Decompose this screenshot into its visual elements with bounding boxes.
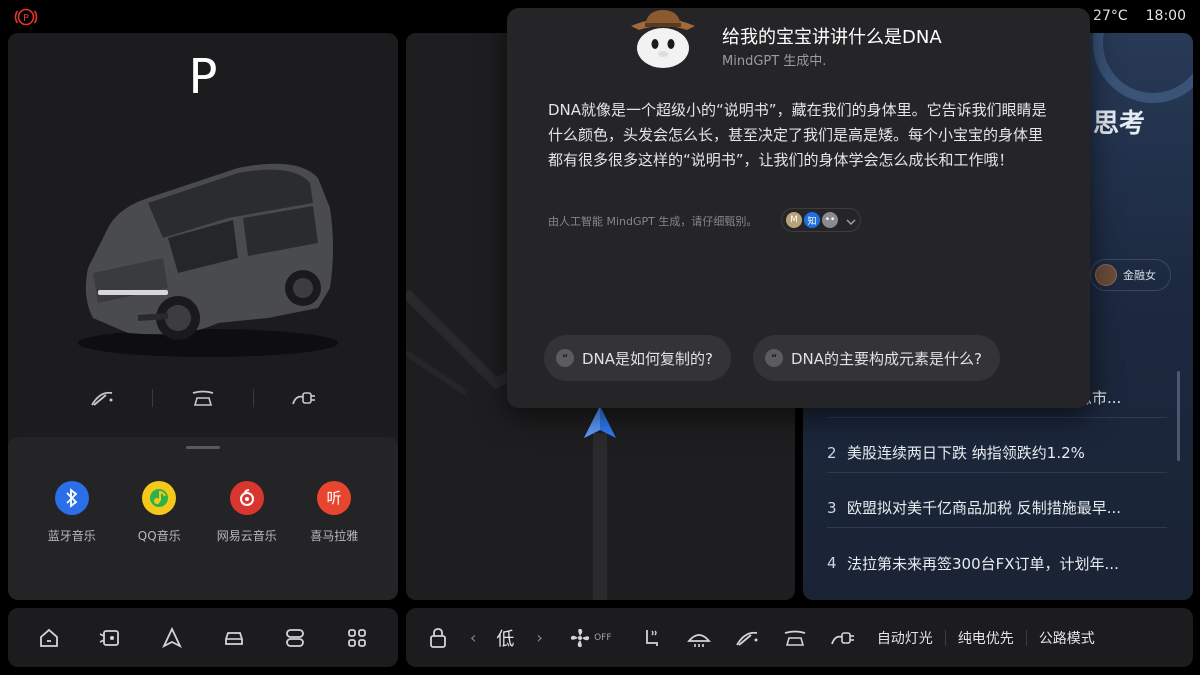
author-chip[interactable]: 金融女 xyxy=(1090,259,1171,291)
news-list-item[interactable]: 4 法拉第未来再签300台FX订单，计划年... xyxy=(827,543,1167,583)
charge-port-icon[interactable] xyxy=(829,624,857,652)
app-label: 喜马拉雅 xyxy=(310,529,359,543)
sources-dropdown[interactable]: M 知 •• xyxy=(781,208,861,232)
temperature-readout: 27°C xyxy=(1093,8,1128,24)
news-rank: 4 xyxy=(827,554,837,572)
app-label: 网易云音乐 xyxy=(216,529,277,543)
source-avatar: 知 xyxy=(804,212,820,228)
source-avatar: M xyxy=(786,212,802,228)
road-mode-button[interactable]: 公路模式 xyxy=(1039,628,1095,648)
news-list-item[interactable]: 2 美股连续两日下跌 纳指领跌约1.2% xyxy=(827,433,1167,473)
front-wash-icon[interactable] xyxy=(153,387,253,409)
drag-handle[interactable] xyxy=(186,446,220,449)
mindgpt-status: MindGPT 生成中. xyxy=(722,54,827,69)
source-avatar: •• xyxy=(822,212,838,228)
app-label: 蓝牙音乐 xyxy=(47,529,96,543)
media-icon[interactable] xyxy=(96,624,124,652)
quick-controls-bar: ‹ 低 › OFF 自动灯光 纯电优先 公路模式 xyxy=(406,608,1193,667)
home-icon[interactable] xyxy=(35,624,63,652)
fan-decrease-button[interactable]: ‹ xyxy=(470,628,476,647)
suggestion-chip[interactable]: “ DNA的主要构成元素是什么? xyxy=(753,335,1000,381)
qq-music-icon xyxy=(142,481,177,515)
front-wash-icon[interactable] xyxy=(781,624,809,652)
news-rank: 3 xyxy=(827,498,837,517)
car-image[interactable] xyxy=(68,148,348,368)
ximalaya-icon: 听 xyxy=(317,481,352,515)
media-sources-tray: 蓝牙音乐 QQ音乐 网易云音乐 听 喜马拉雅 xyxy=(8,437,398,600)
chevron-down-icon xyxy=(846,211,856,230)
charge-port-icon[interactable] xyxy=(254,387,354,409)
author-name: 金融女 xyxy=(1123,269,1156,282)
fan-icon xyxy=(570,628,590,647)
app-ximalaya[interactable]: 听 喜马拉雅 xyxy=(294,481,374,544)
ai-disclaimer: 由人工智能 MindGPT 生成，请仔细甄别。 xyxy=(548,215,758,228)
status-bar: 27°C 18:00 xyxy=(1093,8,1186,24)
wiper-icon[interactable] xyxy=(733,624,761,652)
mindgpt-answer-text: DNA就像是一个超级小的“说明书”，藏在我们的身体里。它告诉我们眼睛是什么颜色，… xyxy=(548,101,1047,169)
controls-icon[interactable] xyxy=(281,624,309,652)
mindgpt-question: 给我的宝宝讲讲什么是DNA xyxy=(722,27,942,48)
clock: 18:00 xyxy=(1145,8,1186,24)
fan-toggle[interactable]: OFF xyxy=(565,624,615,652)
app-netease-music[interactable]: 网易云音乐 xyxy=(207,481,287,544)
netease-music-icon xyxy=(229,481,264,515)
news-rank: 2 xyxy=(827,443,837,462)
parking-brake-icon: P xyxy=(14,6,38,28)
scrollbar[interactable] xyxy=(1177,371,1180,461)
vehicle-quick-controls xyxy=(8,383,398,413)
defrost-icon[interactable] xyxy=(685,624,713,652)
navigation-icon[interactable] xyxy=(158,624,186,652)
fan-state: OFF xyxy=(594,632,612,643)
auto-light-button[interactable]: 自动灯光 xyxy=(877,628,933,648)
svg-text:P: P xyxy=(23,13,29,24)
pure-electric-button[interactable]: 纯电优先 xyxy=(958,628,1014,648)
news-headline-partial: 思考 xyxy=(1093,109,1146,139)
apps-grid-icon[interactable] xyxy=(343,624,371,652)
mindgpt-mascot-icon xyxy=(625,8,701,70)
news-title: 美股连续两日下跌 纳指领跌约1.2% xyxy=(847,444,1085,462)
quote-icon: “ xyxy=(556,349,574,367)
vehicle-panel: P 蓝牙音乐 QQ音乐 网易云音乐 听 喜马拉雅 xyxy=(8,33,398,600)
mindgpt-answer-card: 给我的宝宝讲讲什么是DNA MindGPT 生成中. DNA就像是一个超级小的“… xyxy=(507,8,1090,408)
suggestion-text: DNA是如何复制的? xyxy=(582,349,713,368)
lock-icon[interactable] xyxy=(424,624,452,652)
news-title: 法拉第未来再签300台FX订单，计划年... xyxy=(847,554,1119,573)
quote-icon: “ xyxy=(765,349,783,367)
avatar xyxy=(1095,264,1117,286)
app-qq-music[interactable]: QQ音乐 xyxy=(119,481,199,544)
wiper-icon[interactable] xyxy=(52,387,152,409)
suggestion-chip[interactable]: “ DNA是如何复制的? xyxy=(544,335,731,381)
news-title: 欧盟拟对美千亿商品加税 反制措施最早... xyxy=(847,499,1122,517)
suggestion-text: DNA的主要构成元素是什么? xyxy=(791,349,982,368)
vehicle-icon[interactable] xyxy=(220,624,248,652)
seat-heat-icon[interactable] xyxy=(637,624,665,652)
svg-text:听: 听 xyxy=(327,489,342,507)
fan-increase-button[interactable]: › xyxy=(536,628,542,647)
app-label: QQ音乐 xyxy=(137,529,181,543)
gear-indicator: P xyxy=(188,49,218,105)
fan-level: 低 xyxy=(496,628,515,650)
main-dock xyxy=(8,608,398,667)
app-bluetooth-music[interactable]: 蓝牙音乐 xyxy=(32,481,112,544)
bluetooth-icon xyxy=(54,481,89,515)
news-list-item[interactable]: 3 欧盟拟对美千亿商品加税 反制措施最早... xyxy=(827,488,1167,528)
